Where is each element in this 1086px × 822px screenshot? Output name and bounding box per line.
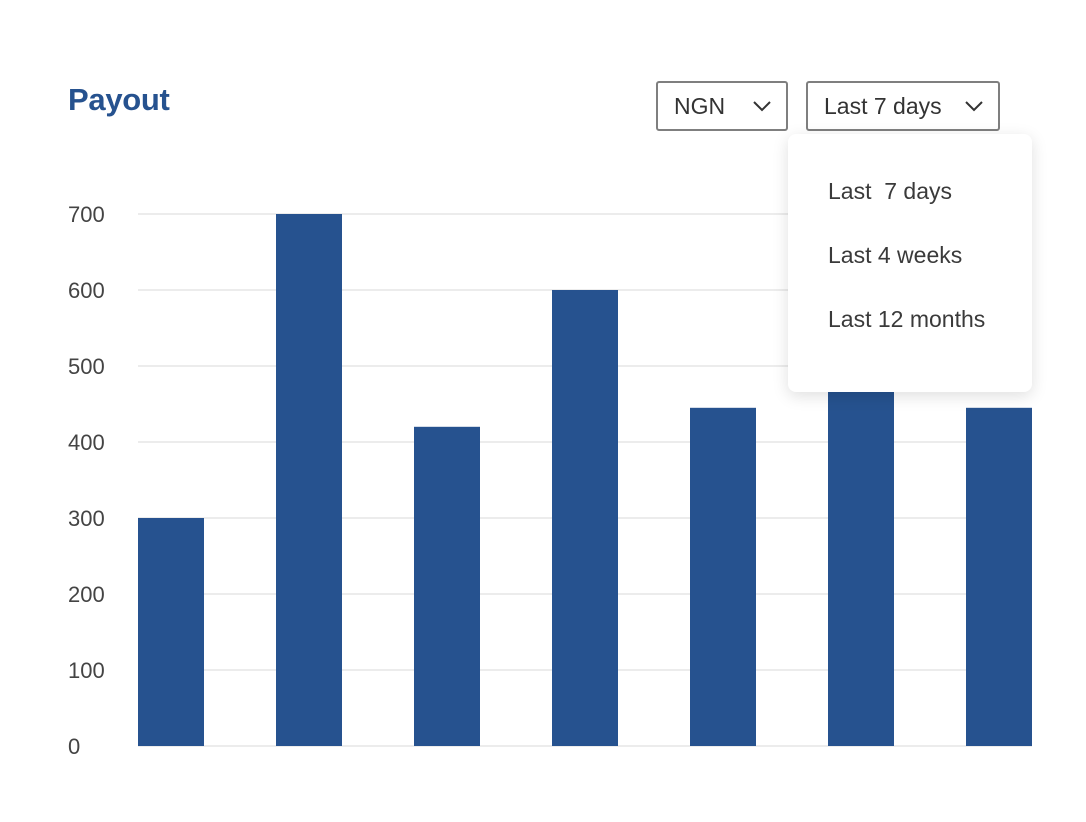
y-tick-label: 100 (68, 658, 105, 683)
bar-2[interactable] (276, 214, 342, 746)
y-tick-label: 300 (68, 506, 105, 531)
date-range-menu: Last 7 days Last 4 weeks Last 12 months (788, 134, 1032, 392)
bar-6[interactable] (828, 388, 894, 746)
menu-item-last-4-weeks[interactable]: Last 4 weeks (828, 242, 962, 269)
bar-4[interactable] (552, 290, 618, 746)
y-tick-label: 200 (68, 582, 105, 607)
y-tick-label: 600 (68, 278, 105, 303)
menu-item-last-12-months[interactable]: Last 12 months (828, 306, 985, 333)
menu-item-last-7-days[interactable]: Last 7 days (828, 178, 952, 205)
y-tick-label: 400 (68, 430, 105, 455)
y-tick-label: 0 (68, 734, 80, 759)
bar-5[interactable] (690, 407, 756, 746)
bar-7[interactable] (966, 407, 1032, 746)
y-tick-label: 700 (68, 202, 105, 227)
bar-chart: 0 100 200 300 400 500 600 700 (68, 202, 1032, 759)
y-tick-label: 500 (68, 354, 105, 379)
bar-1[interactable] (138, 518, 204, 746)
bar-3[interactable] (414, 426, 480, 746)
